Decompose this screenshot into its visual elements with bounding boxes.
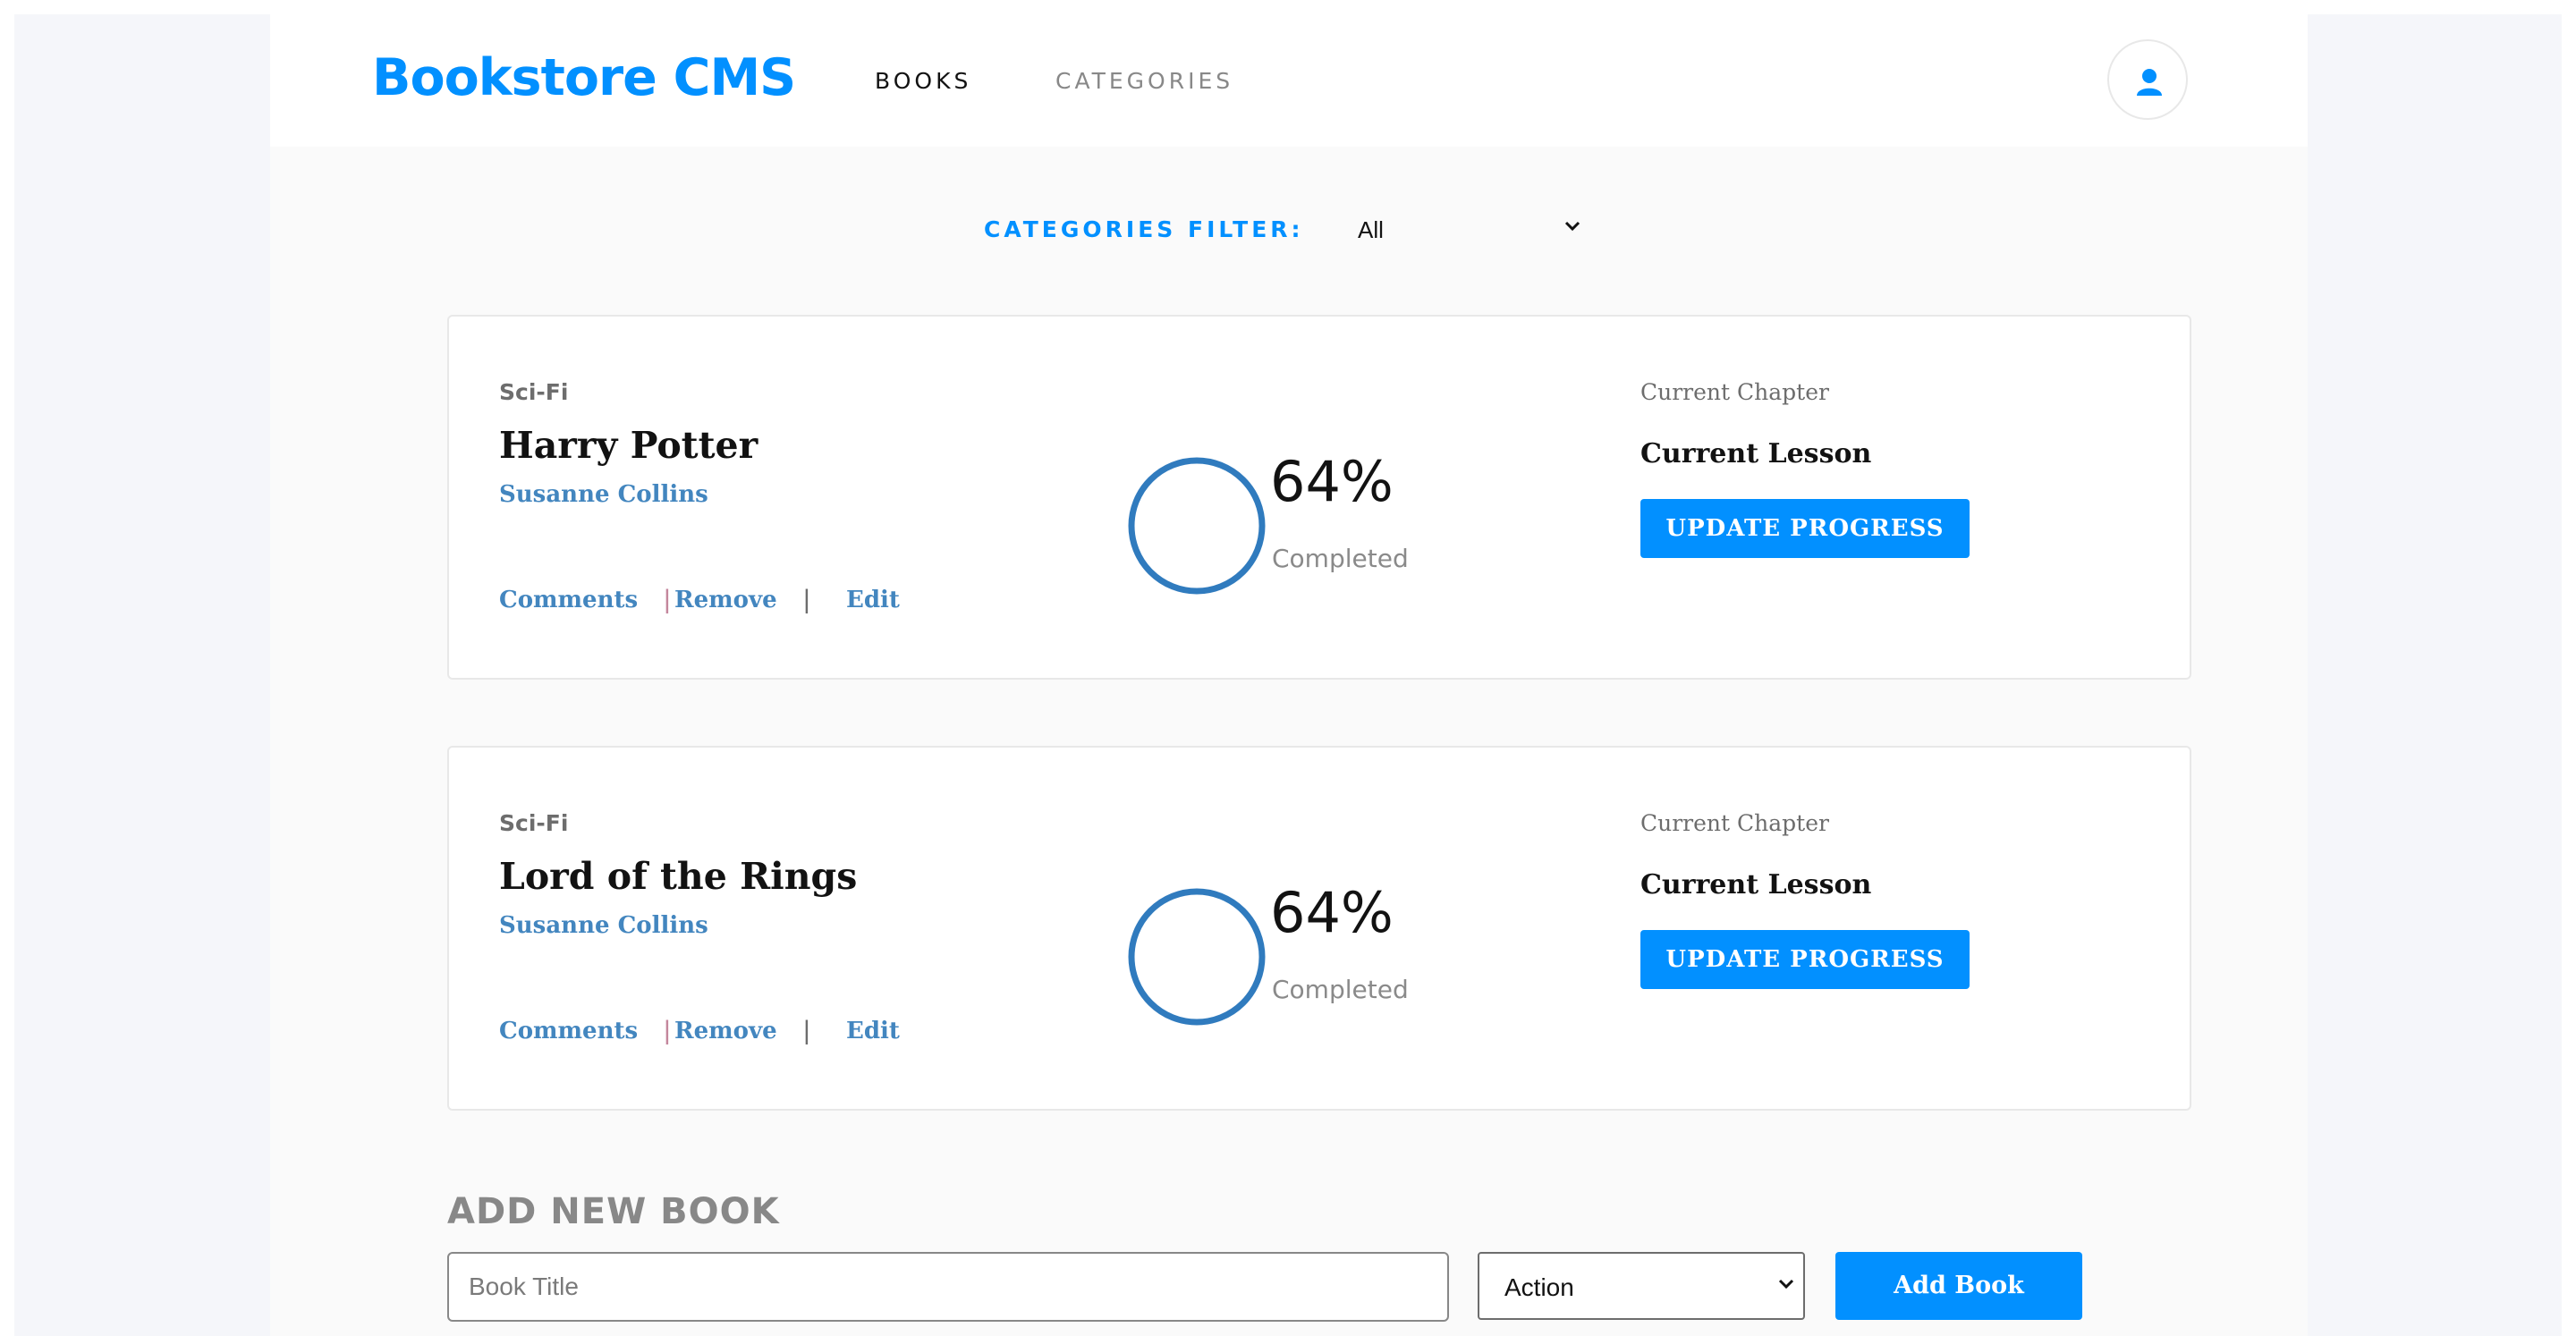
- chevron-down-icon: [1564, 221, 1580, 232]
- category-select-value: Action: [1504, 1273, 1574, 1301]
- book-author[interactable]: Susanne Collins: [499, 912, 708, 939]
- navbar: Bookstore CMS BOOKS CATEGORIES: [270, 14, 2308, 147]
- action-divider: |: [803, 1016, 810, 1045]
- current-lesson: Current Lesson: [1640, 438, 1872, 469]
- brand-logo[interactable]: Bookstore CMS: [372, 48, 796, 107]
- progress-completed-label: Completed: [1272, 975, 1409, 1004]
- remove-button[interactable]: Remove: [674, 1018, 777, 1044]
- add-book-button[interactable]: Add Book: [1835, 1252, 2082, 1320]
- book-genre: Sci-Fi: [499, 379, 569, 405]
- book-card: Sci-Fi Lord of the Rings Susanne Collins…: [447, 746, 2191, 1111]
- category-select[interactable]: Action: [1478, 1252, 1805, 1320]
- progress-percent: 64%: [1270, 449, 1394, 514]
- progress-completed-label: Completed: [1272, 544, 1409, 573]
- update-progress-button[interactable]: UPDATE PROGRESS: [1640, 930, 1970, 989]
- app-container: Bookstore CMS BOOKS CATEGORIES CATEGORIE…: [270, 14, 2308, 1336]
- categories-filter-value: All: [1358, 216, 1384, 243]
- remove-button[interactable]: Remove: [674, 587, 777, 613]
- chevron-down-icon: [1778, 1279, 1794, 1289]
- book-title: Harry Potter: [499, 424, 758, 467]
- edit-button[interactable]: Edit: [846, 587, 900, 613]
- comments-button[interactable]: Comments: [499, 587, 638, 613]
- progress-percent: 64%: [1270, 880, 1394, 945]
- progress-ring: [1128, 888, 1266, 1026]
- current-chapter-label: Current Chapter: [1640, 379, 1829, 405]
- book-genre: Sci-Fi: [499, 810, 569, 836]
- progress-ring: [1128, 457, 1266, 595]
- action-divider: |: [664, 585, 671, 614]
- categories-filter-select[interactable]: All: [1356, 206, 1589, 252]
- action-divider: |: [803, 585, 810, 614]
- nav-categories-link[interactable]: CATEGORIES: [1055, 68, 1233, 94]
- comments-button[interactable]: Comments: [499, 1018, 638, 1044]
- action-divider: |: [664, 1016, 671, 1045]
- book-author[interactable]: Susanne Collins: [499, 481, 708, 508]
- nav-books-link[interactable]: BOOKS: [875, 68, 971, 94]
- categories-filter-label: CATEGORIES FILTER:: [984, 216, 1304, 242]
- user-avatar-button[interactable]: [2107, 39, 2188, 120]
- book-title-input[interactable]: [447, 1252, 1449, 1322]
- current-chapter-label: Current Chapter: [1640, 810, 1829, 836]
- update-progress-button[interactable]: UPDATE PROGRESS: [1640, 499, 1970, 558]
- book-card: Sci-Fi Harry Potter Susanne Collins Comm…: [447, 315, 2191, 680]
- edit-button[interactable]: Edit: [846, 1018, 900, 1044]
- user-icon: [2137, 69, 2162, 96]
- add-book-heading: ADD NEW BOOK: [447, 1191, 780, 1232]
- current-lesson: Current Lesson: [1640, 869, 1872, 901]
- book-title: Lord of the Rings: [499, 855, 858, 898]
